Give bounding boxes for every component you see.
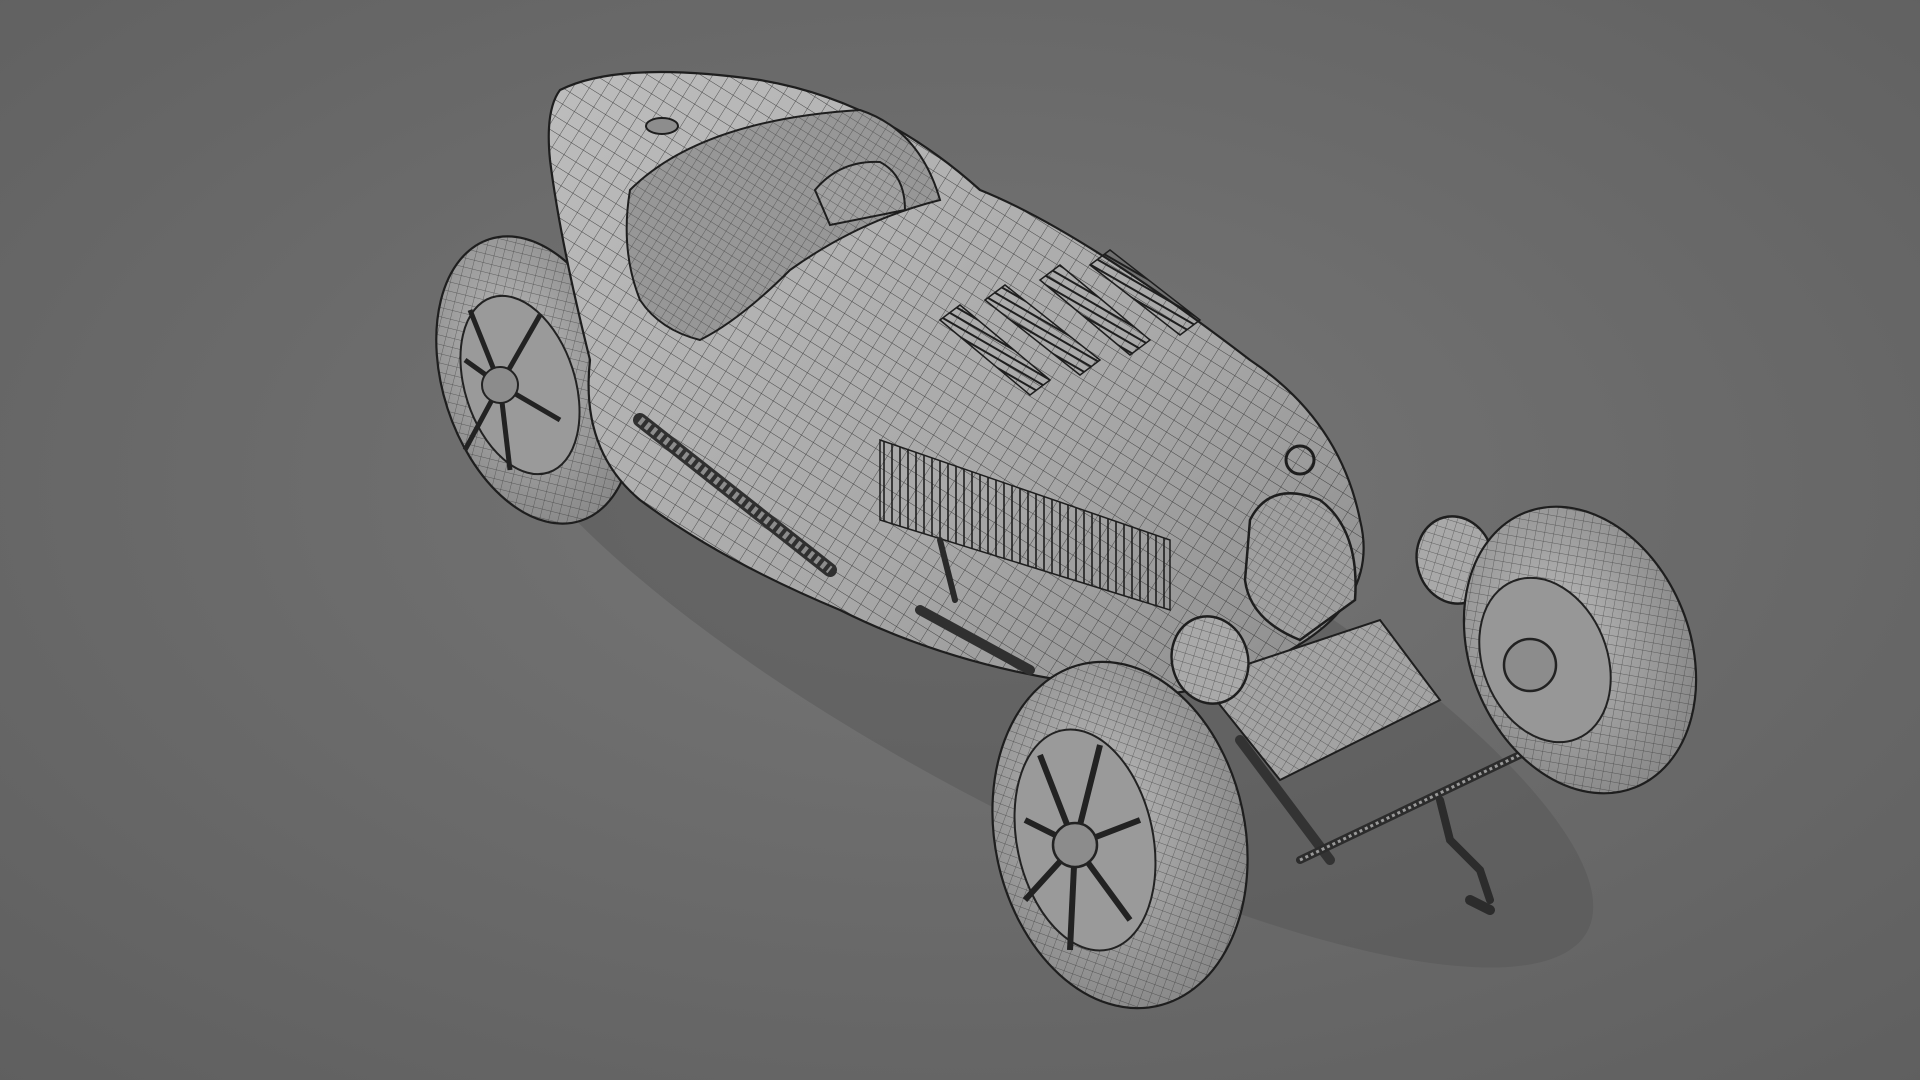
front-right-hub [1502, 637, 1558, 693]
fuel-cap [645, 117, 679, 135]
front-left-hub [1051, 821, 1099, 869]
render-viewport [0, 0, 1920, 1080]
rear-left-hub [481, 366, 519, 404]
